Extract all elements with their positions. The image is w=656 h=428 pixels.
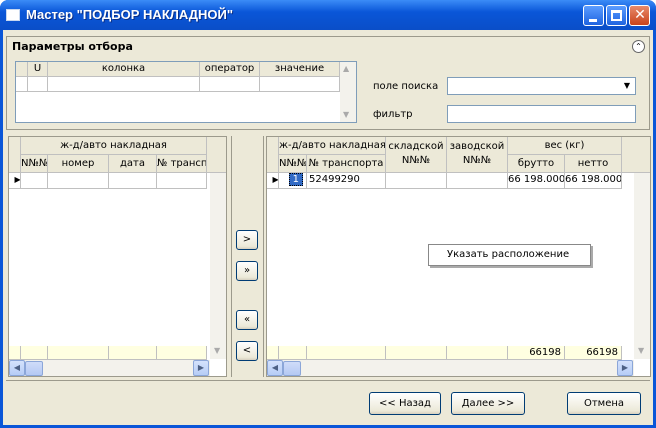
filter-label: фильтр bbox=[373, 109, 413, 120]
cancel-button[interactable]: Отмена bbox=[567, 392, 641, 415]
filter-params-panel: Параметры отбора ⌃ U колонка оператор зн… bbox=[6, 36, 650, 130]
column-header-value[interactable]: значение bbox=[260, 62, 340, 77]
net-cell[interactable]: 66 198.000 bbox=[565, 173, 622, 189]
column-header-net[interactable]: нетто bbox=[565, 155, 622, 173]
totals-cell bbox=[307, 346, 386, 360]
header-filler bbox=[207, 137, 226, 173]
column-header-operator[interactable]: оператор bbox=[200, 62, 260, 77]
add-all-button[interactable]: » bbox=[236, 261, 258, 281]
add-selected-button[interactable]: > bbox=[236, 230, 258, 250]
right-group-header: ж-д/авто накладная bbox=[279, 137, 386, 155]
gross-total: 66198 bbox=[508, 346, 565, 360]
app-icon bbox=[6, 9, 20, 21]
row-header-corner bbox=[9, 137, 21, 173]
table-cell[interactable] bbox=[48, 77, 200, 92]
remove-all-button[interactable]: « bbox=[236, 310, 258, 330]
totals-cell bbox=[48, 346, 109, 360]
context-menu-item-locate[interactable]: Указать расположение bbox=[428, 244, 591, 266]
scroll-down-icon[interactable]: ▼ bbox=[343, 110, 349, 119]
window-title: Мастер "ПОДБОР НАКЛАДНОЙ" bbox=[26, 7, 234, 22]
client-area: Параметры отбора ⌃ U колонка оператор зн… bbox=[3, 30, 653, 425]
next-button[interactable]: Далее >> bbox=[451, 392, 525, 415]
totals-cell bbox=[447, 346, 508, 360]
scroll-left-icon[interactable]: ◀ bbox=[9, 360, 25, 376]
totals-cell bbox=[157, 346, 207, 360]
title-bar: Мастер "ПОДБОР НАКЛАДНОЙ" ✕ bbox=[0, 0, 656, 30]
table-cell[interactable] bbox=[200, 77, 260, 92]
scroll-thumb[interactable] bbox=[25, 361, 43, 376]
vertical-scrollbar[interactable]: ▼ bbox=[210, 173, 226, 359]
window: Мастер "ПОДБОР НАКЛАДНОЙ" ✕ Параметры от… bbox=[0, 0, 656, 428]
search-field-label: поле поиска bbox=[373, 81, 439, 92]
back-button[interactable]: << Назад bbox=[369, 392, 441, 415]
column-header-u[interactable]: U bbox=[28, 62, 48, 77]
close-icon: ✕ bbox=[634, 7, 646, 23]
dropdown-arrow-icon[interactable]: ▼ bbox=[619, 78, 635, 94]
column-header-factory[interactable]: заводской N№№ bbox=[447, 137, 508, 173]
close-button[interactable]: ✕ bbox=[629, 5, 650, 26]
row-header-corner bbox=[16, 62, 28, 77]
weight-group-header: вес (кг) bbox=[508, 137, 622, 155]
totals-cell bbox=[279, 346, 307, 360]
horizontal-scrollbar[interactable]: ◀ ▶ bbox=[9, 360, 210, 376]
column-header-column[interactable]: колонка bbox=[48, 62, 200, 77]
left-invoice-grid: ж-д/авто накладная N№№ номер дата № тран… bbox=[8, 136, 227, 377]
scroll-right-icon[interactable]: ▶ bbox=[617, 360, 633, 376]
scroll-thumb[interactable] bbox=[283, 361, 301, 376]
totals-cell bbox=[109, 346, 157, 360]
transport-cell[interactable]: 52499290 bbox=[307, 173, 386, 189]
totals-row bbox=[267, 346, 279, 360]
vertical-scrollbar[interactable]: ▼ bbox=[634, 173, 650, 359]
search-field-select[interactable]: ▼ bbox=[447, 77, 636, 95]
footer-panel bbox=[6, 380, 650, 422]
factory-cell[interactable] bbox=[447, 173, 508, 189]
maximize-button[interactable] bbox=[606, 5, 627, 26]
warehouse-cell[interactable] bbox=[386, 173, 447, 189]
totals-row bbox=[9, 346, 21, 360]
column-header-gross[interactable]: брутто bbox=[508, 155, 565, 173]
horizontal-scrollbar[interactable]: ◀ ▶ bbox=[267, 360, 634, 376]
table-cell[interactable]: 1 bbox=[279, 173, 307, 189]
column-header-warehouse[interactable]: складской N№№ bbox=[386, 137, 447, 173]
minimize-icon bbox=[589, 19, 597, 22]
row-pointer-icon: ▶ bbox=[272, 175, 279, 184]
minimize-button[interactable] bbox=[583, 5, 604, 26]
table-cell[interactable] bbox=[48, 173, 109, 189]
row-number-cell[interactable]: 1 bbox=[288, 173, 303, 186]
filter-params-title: Параметры отбора bbox=[12, 40, 133, 53]
column-header-date[interactable]: дата bbox=[109, 155, 157, 173]
remove-selected-button[interactable]: < bbox=[236, 341, 258, 361]
net-total: 66198 bbox=[565, 346, 622, 360]
totals-cell bbox=[21, 346, 48, 360]
table-cell[interactable] bbox=[157, 173, 207, 189]
column-header-number[interactable]: N№№ bbox=[279, 155, 307, 173]
scroll-down-icon[interactable]: ▼ bbox=[638, 346, 644, 355]
table-row[interactable]: ▶ bbox=[9, 173, 21, 189]
table-cell[interactable] bbox=[109, 173, 157, 189]
table-cell[interactable] bbox=[21, 173, 48, 189]
column-header-doc-number[interactable]: номер bbox=[48, 155, 109, 173]
vertical-scrollbar[interactable]: ▲ ▼ bbox=[340, 62, 356, 122]
gross-cell[interactable]: 66 198.000 bbox=[508, 173, 565, 189]
collapse-icon[interactable]: ⌃ bbox=[632, 40, 645, 53]
totals-cell bbox=[386, 346, 447, 360]
table-cell[interactable] bbox=[28, 77, 48, 92]
row-header-corner bbox=[267, 137, 279, 173]
maximize-icon bbox=[611, 10, 622, 21]
scroll-up-icon[interactable]: ▲ bbox=[343, 64, 349, 73]
table-row[interactable]: ▶ bbox=[267, 173, 279, 189]
column-header-extra[interactable] bbox=[622, 137, 650, 173]
column-header-number[interactable]: N№№ bbox=[21, 155, 48, 173]
scroll-left-icon[interactable]: ◀ bbox=[267, 360, 283, 376]
scroll-down-icon[interactable]: ▼ bbox=[214, 346, 220, 355]
left-group-header: ж-д/авто накладная bbox=[21, 137, 207, 155]
conditions-grid: U колонка оператор значение ▲ ▼ bbox=[15, 61, 357, 123]
column-header-transport[interactable]: № транспорта bbox=[307, 155, 386, 173]
scroll-right-icon[interactable]: ▶ bbox=[193, 360, 209, 376]
filter-input[interactable] bbox=[447, 105, 636, 123]
table-row[interactable] bbox=[16, 77, 28, 92]
table-cell[interactable] bbox=[260, 77, 340, 92]
column-header-transport[interactable]: № трансп bbox=[157, 155, 207, 173]
row-pointer-icon: ▶ bbox=[14, 175, 21, 184]
